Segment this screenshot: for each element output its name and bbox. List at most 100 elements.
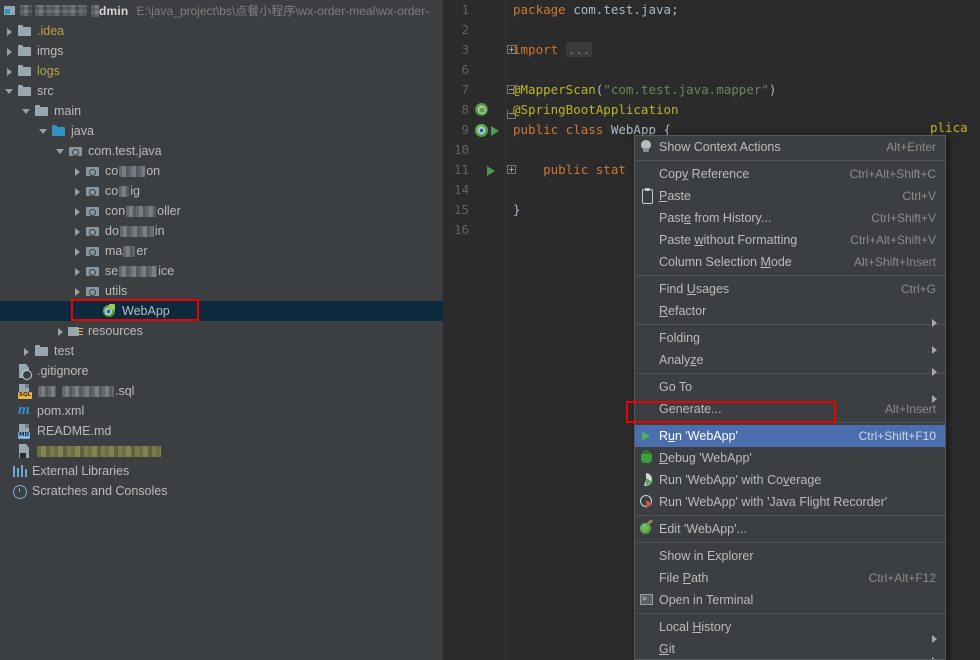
- tree-row[interactable]: src: [0, 81, 443, 101]
- menu-item[interactable]: Show in Explorer: [635, 545, 945, 567]
- tree-row[interactable]: test: [0, 341, 443, 361]
- chevron-right-icon[interactable]: [5, 47, 14, 56]
- folded-imports[interactable]: ...: [565, 42, 593, 57]
- tree-row[interactable]: do in: [0, 221, 443, 241]
- tree-row[interactable]: MD README.md: [0, 421, 443, 441]
- menu-item-label: Find Usages: [659, 282, 730, 296]
- run-method-gutter-icon[interactable]: [487, 166, 495, 176]
- menu-item-label: Run 'WebApp' with 'Java Flight Recorder': [659, 495, 888, 509]
- menu-separator: [635, 542, 945, 543]
- menu-item[interactable]: Go To: [635, 376, 945, 403]
- folder-icon: [17, 43, 33, 59]
- project-tree[interactable]: .idea imgs logs src main java com.test.java co o…: [0, 21, 443, 660]
- menu-item[interactable]: Refactor: [635, 300, 945, 327]
- redaction: [119, 226, 154, 238]
- chevron-right-icon[interactable]: [22, 347, 31, 356]
- package-icon: [85, 223, 101, 239]
- menu-item[interactable]: Open in Terminal: [635, 589, 945, 611]
- tree-row[interactable]: com.test.java: [0, 141, 443, 161]
- menu-item-label: Go To: [659, 380, 693, 394]
- tree-row[interactable]: SQL .sql: [0, 381, 443, 401]
- menu-item[interactable]: File Path Ctrl+Alt+F12: [635, 567, 945, 589]
- chevron-right-icon[interactable]: [5, 67, 14, 76]
- menu-item[interactable]: Edit 'WebApp'...: [635, 518, 945, 540]
- sql-badge: SQL: [18, 392, 33, 399]
- chevron-right-icon[interactable]: [73, 187, 82, 196]
- tree-row[interactable]: utils: [0, 281, 443, 301]
- menu-item[interactable]: Generate... Alt+Insert: [635, 398, 945, 420]
- line-number: 10: [453, 142, 469, 157]
- tree-row[interactable]: pom.xml: [0, 401, 443, 421]
- code-text: import ...: [513, 40, 593, 60]
- menu-separator: [635, 275, 945, 276]
- tree-row[interactable]: External Libraries: [0, 461, 443, 481]
- tree-row-label: main: [54, 104, 82, 118]
- tree-row[interactable]: resources: [0, 321, 443, 341]
- tree-row[interactable]: main: [0, 101, 443, 121]
- tree-row-label: imgs: [37, 44, 64, 58]
- menu-item[interactable]: Debug 'WebApp': [635, 447, 945, 469]
- tree-row[interactable]: Scratches and Consoles: [0, 481, 443, 501]
- tree-row[interactable]: ma er: [0, 241, 443, 261]
- redacted-title-part-1: [20, 5, 32, 16]
- line-number: 16: [453, 222, 469, 237]
- tree-row-label: WebApp: [122, 304, 170, 318]
- tree-row[interactable]: co on: [0, 161, 443, 181]
- menu-item-label: Paste without Formatting: [659, 233, 798, 247]
- chevron-right-icon[interactable]: [73, 247, 82, 256]
- menu-item[interactable]: Run 'WebApp' with Coverage: [635, 469, 945, 491]
- chevron-right-icon[interactable]: [73, 267, 82, 276]
- chevron-right-icon[interactable]: [73, 287, 82, 296]
- md-badge: MD: [18, 432, 31, 439]
- chevron-right-icon[interactable]: [73, 207, 82, 216]
- menu-item-icon-slot: [635, 376, 659, 398]
- chevron-right-icon[interactable]: [73, 227, 82, 236]
- menu-item[interactable]: Local History: [635, 616, 945, 643]
- menu-item[interactable]: Run 'WebApp' Ctrl+Shift+F10: [635, 425, 945, 447]
- lightbulb-icon: [635, 136, 659, 158]
- chevron-down-icon[interactable]: [39, 127, 48, 136]
- chevron-right-icon[interactable]: [73, 167, 82, 176]
- menu-item[interactable]: Git: [635, 638, 945, 659]
- menu-item-label: Generate...: [659, 402, 722, 416]
- chevron-down-icon[interactable]: [5, 87, 14, 96]
- menu-item[interactable]: Find Usages Ctrl+G: [635, 278, 945, 300]
- editor-context-menu[interactable]: Show Context Actions Alt+Enter Copy Refere…: [634, 135, 946, 660]
- chevron-right-icon[interactable]: [5, 27, 14, 36]
- spring-boot-gutter-icon[interactable]: [475, 124, 488, 137]
- menu-item-icon-slot: [635, 567, 659, 589]
- menu-item[interactable]: Paste from History... Ctrl+Shift+V: [635, 207, 945, 229]
- menu-item[interactable]: Run 'WebApp' with 'Java Flight Recorder': [635, 491, 945, 513]
- chevron-right-icon[interactable]: [56, 327, 65, 336]
- menu-item[interactable]: Copy Reference Ctrl+Alt+Shift+C: [635, 163, 945, 185]
- tree-row[interactable]: .gitignore: [0, 361, 443, 381]
- menu-item[interactable]: Analyze: [635, 349, 945, 376]
- tree-row-label: [37, 445, 161, 457]
- menu-item[interactable]: Paste without Formatting Ctrl+Alt+Shift+V: [635, 229, 945, 251]
- tree-row[interactable]: co ig: [0, 181, 443, 201]
- tree-row[interactable]: .idea: [0, 21, 443, 41]
- tree-row[interactable]: imgs: [0, 41, 443, 61]
- tree-row[interactable]: java: [0, 121, 443, 141]
- menu-item[interactable]: Paste Ctrl+V: [635, 185, 945, 207]
- menu-item-label: Git: [659, 642, 675, 656]
- spring-bean-gutter-icon[interactable]: [475, 103, 488, 116]
- run-icon: [635, 425, 659, 447]
- menu-item[interactable]: Column Selection Mode Alt+Shift+Insert: [635, 251, 945, 273]
- chevron-down-icon[interactable]: [56, 147, 65, 156]
- tree-row[interactable]: [0, 441, 443, 461]
- tree-row-label: .sql: [37, 381, 134, 401]
- code-token: public stat: [513, 162, 626, 177]
- code-token: public class: [513, 122, 611, 137]
- tree-row[interactable]: logs: [0, 61, 443, 81]
- line-number: 14: [453, 182, 469, 197]
- tree-row[interactable]: con oller: [0, 201, 443, 221]
- run-gutter-icon[interactable]: [491, 126, 499, 136]
- chevron-down-icon[interactable]: [22, 107, 31, 116]
- tree-row[interactable]: WebApp: [0, 301, 443, 321]
- menu-item[interactable]: Show Context Actions Alt+Enter: [635, 136, 945, 158]
- redaction: [119, 266, 158, 278]
- tree-row[interactable]: se ice: [0, 261, 443, 281]
- menu-item[interactable]: Folding: [635, 327, 945, 354]
